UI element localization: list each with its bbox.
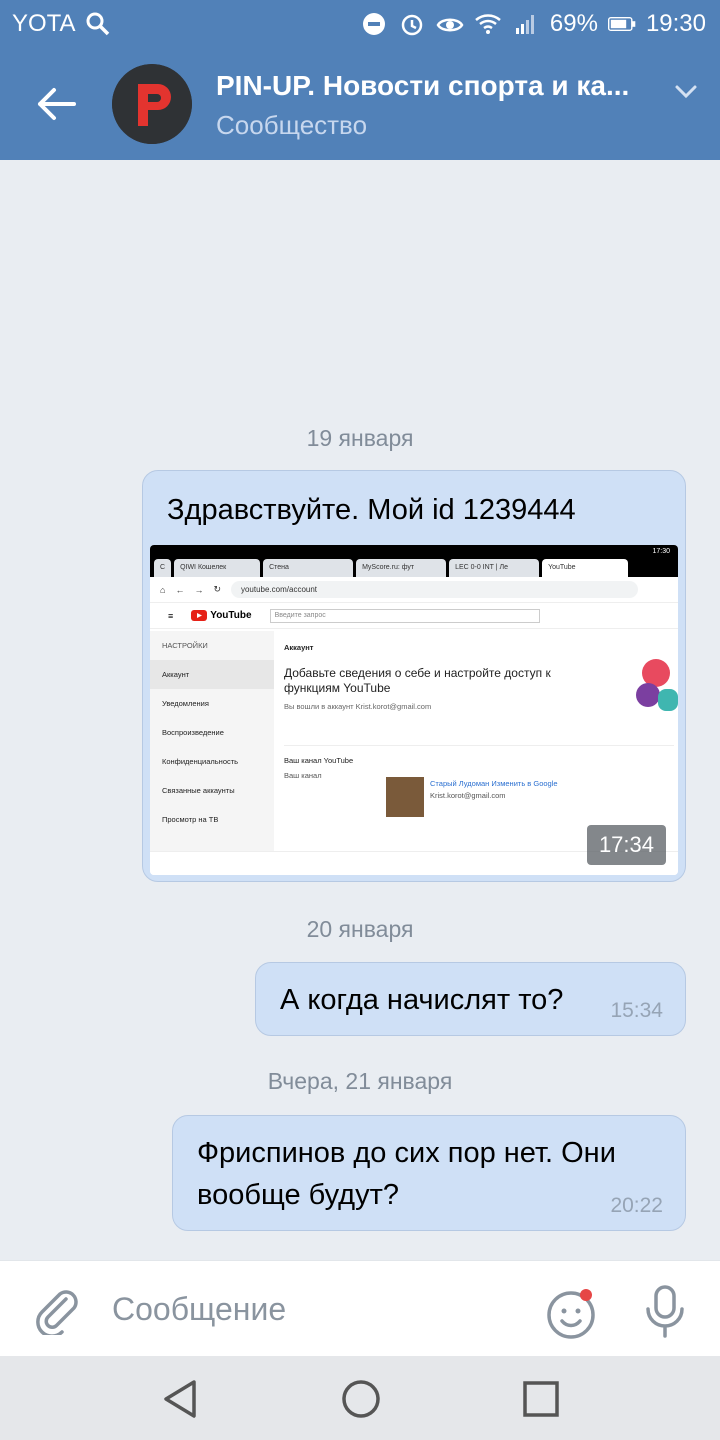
system-nav-bar: [0, 1356, 720, 1440]
shot-side-item: Просмотр на ТВ: [162, 815, 219, 824]
reload-icon: ↻: [213, 584, 221, 594]
shot-side-title: НАСТРОЙКИ: [162, 641, 208, 650]
message-time: 17:34: [586, 825, 666, 865]
youtube-logo: YouTube: [191, 610, 252, 621]
message-bubble[interactable]: Фриспинов до сих пор нет. Они вообще буд…: [172, 1115, 686, 1231]
message-bubble[interactable]: Здравствуйте. Мой id 1239444 17:30 С QIW…: [142, 470, 686, 882]
message-bubble[interactable]: А когда начислят то? 15:34: [255, 962, 686, 1036]
channel-avatar: [386, 777, 424, 817]
shot-main: Аккаунт Добавьте сведения о себе и настр…: [284, 631, 678, 817]
shot-side-item: Конфиденциальность: [162, 757, 239, 766]
shot-channel-links: Старый Лудоман Изменить в Google: [430, 779, 558, 788]
shot-tab: MyScore.ru: фут: [356, 559, 447, 577]
shot-side-item: Аккаунт: [150, 660, 274, 689]
status-bar: YOTA 69% 19:30: [0, 0, 720, 48]
shot-tab: LEC 0-0 INT | Ле: [449, 559, 540, 577]
shot-url: youtube.com/account: [230, 581, 638, 598]
date-separator: 19 января: [306, 425, 414, 451]
chat-title[interactable]: PIN-UP. Новости спорта и ка...: [216, 70, 666, 102]
recents-square-icon[interactable]: [520, 1378, 562, 1420]
shot-side-item: Воспроизведение: [162, 728, 224, 737]
attached-screenshot[interactable]: 17:30 С QIWI Кошелек Стена MyScore.ru: ф…: [150, 545, 678, 875]
message-text: Здравствуйте. Мой id 1239444: [167, 494, 576, 526]
message-time: 15:34: [610, 999, 663, 1022]
battery-percent: 69%: [549, 10, 598, 37]
back-button[interactable]: [28, 80, 84, 128]
emoji-icon[interactable]: [544, 1285, 600, 1341]
search-icon: [84, 10, 112, 38]
battery-icon: [607, 10, 636, 38]
shot-tab: Стена: [263, 559, 354, 577]
arrow-left-icon: ←: [175, 584, 185, 595]
shot-status-bar: 17:30: [150, 545, 678, 559]
message-input-bar: [0, 1260, 720, 1356]
community-avatar[interactable]: [112, 64, 192, 144]
arrow-left-icon: [38, 88, 76, 120]
chat-header: PIN-UP. Новости спорта и ка... Сообществ…: [0, 48, 720, 160]
decorative-illustration: [636, 659, 678, 711]
message-time: 20:22: [610, 1194, 663, 1217]
shot-settings-sidebar: НАСТРОЙКИ Аккаунт Уведомления Воспроизве…: [150, 631, 274, 851]
wifi-icon: [474, 10, 502, 38]
chat-subtitle: Сообщество: [216, 110, 368, 140]
home-circle-icon[interactable]: [340, 1378, 382, 1420]
pinup-logo-icon: [112, 64, 192, 144]
message-text: Фриспинов до сих пор нет. Они вообще буд…: [197, 1137, 616, 1211]
message-text: А когда начислят то?: [280, 984, 564, 1016]
shot-tab: С: [154, 559, 172, 577]
shot-url-bar: ⌂ ← → ↻ youtube.com/account: [150, 577, 678, 603]
menu-icon: ≡: [168, 610, 174, 621]
shot-tab: QIWI Кошелек: [174, 559, 261, 577]
shot-youtube-header: ≡ YouTube Введите запрос: [150, 603, 678, 629]
shot-tab: YouTube: [542, 559, 629, 577]
alarm-icon: [398, 10, 426, 38]
shot-browser-tabs: С QIWI Кошелек Стена MyScore.ru: фут LEC…: [150, 559, 678, 577]
message-input[interactable]: [112, 1285, 512, 1333]
shot-channel-title: Ваш канал YouTube: [284, 745, 674, 765]
shot-channel-email: Krist.korot@gmail.com: [430, 791, 506, 800]
microphone-icon[interactable]: [640, 1283, 690, 1339]
shot-headline: Добавьте сведения о себе и настройте дос…: [284, 666, 551, 695]
date-separator: 20 января: [306, 916, 414, 942]
shot-search-box: Введите запрос: [269, 608, 540, 623]
date-separator: Вчера, 21 января: [267, 1068, 453, 1094]
shot-signed-in: Вы вошли в аккаунт Krist.korot@gmail.com: [284, 702, 432, 711]
chevron-down-icon[interactable]: [670, 76, 702, 108]
back-triangle-icon[interactable]: [160, 1378, 202, 1420]
home-icon: ⌂: [160, 584, 166, 595]
youtube-play-icon: [191, 610, 208, 621]
shot-side-item: Связанные аккаунты: [162, 786, 235, 795]
shot-section-title: Аккаунт: [284, 643, 314, 652]
arrow-right-icon: →: [194, 584, 204, 595]
signal-icon: [512, 10, 540, 38]
message-list[interactable]: 19 января Здравствуйте. Мой id 1239444 1…: [0, 160, 720, 1260]
carrier-label: YOTA: [12, 10, 76, 37]
eye-icon: [436, 10, 464, 38]
clock: 19:30: [645, 10, 706, 37]
do-not-disturb-icon: [360, 10, 388, 38]
shot-side-item: Уведомления: [162, 699, 209, 708]
paperclip-icon[interactable]: [32, 1285, 82, 1338]
